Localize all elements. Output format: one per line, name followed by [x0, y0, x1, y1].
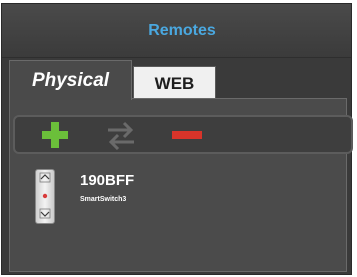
- window-title: Remotes: [148, 22, 216, 39]
- tab-web-label: WEB: [154, 73, 195, 93]
- minus-icon: [172, 130, 202, 139]
- remotes-toolbar: [13, 115, 353, 154]
- swap-remote-button[interactable]: [101, 117, 141, 152]
- remote-model: SmartSwitch3: [80, 196, 127, 203]
- tab-web[interactable]: WEB: [133, 66, 216, 100]
- swap-arrows-icon: [108, 121, 134, 150]
- plus-icon: [42, 121, 68, 148]
- remove-remote-button[interactable]: [167, 117, 207, 152]
- title-bar: Remotes: [2, 4, 351, 58]
- remote-name: 190BFF: [80, 172, 135, 189]
- remote-switch-icon: [35, 169, 55, 224]
- remote-list-item[interactable]: 190BFF SmartSwitch3: [32, 165, 232, 230]
- tab-physical[interactable]: Physical: [9, 60, 132, 100]
- tab-physical-label: Physical: [31, 69, 110, 91]
- remotes-window: Remotes WEB Physical 190BFF SmartSwitch3: [0, 0, 357, 277]
- add-remote-button[interactable]: [35, 117, 75, 152]
